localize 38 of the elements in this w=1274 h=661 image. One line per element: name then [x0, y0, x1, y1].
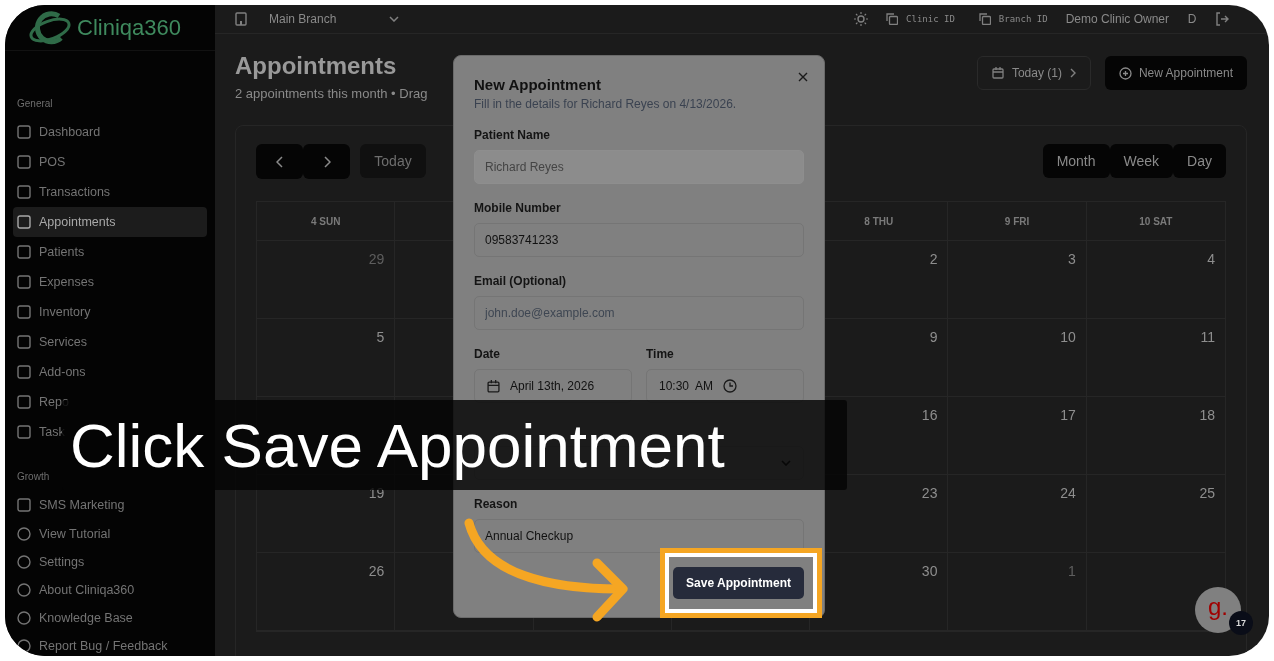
day-number: 11: [1200, 329, 1215, 345]
day-number: 18: [1199, 407, 1215, 423]
field-label: Reason: [474, 497, 519, 511]
day-number: 25: [1199, 485, 1215, 501]
day-number: 29: [368, 251, 385, 267]
day-number: 5: [376, 329, 385, 345]
day-number: 4: [1207, 251, 1215, 267]
day-number: 26: [368, 563, 385, 579]
day-number: 9: [929, 329, 938, 345]
day-header: 8 THU: [864, 215, 894, 227]
field-label: Date: [474, 347, 501, 361]
logo-text: Cliniqa360: [77, 14, 181, 41]
page-subtitle: 2 appointments this month • Drag: [235, 86, 428, 101]
field-label: Patient Name: [474, 128, 552, 142]
day-number: 23: [921, 485, 938, 501]
field-label: Mobile Number: [474, 201, 562, 215]
day-number: 30: [921, 563, 938, 579]
user-name: Demo Clinic Owner: [1065, 12, 1169, 26]
day-header: 9 FRI: [1004, 215, 1030, 227]
page-title: Appointments: [235, 52, 398, 80]
field-label: Email (Optional): [474, 274, 567, 288]
day-number: 2: [929, 251, 938, 267]
day-header: 4 SUN: [310, 215, 341, 227]
count-badge: 17: [1229, 611, 1253, 635]
day-header: 10 SAT: [1139, 215, 1173, 227]
day-number: 1: [1067, 563, 1076, 579]
day-number: 24: [1060, 485, 1076, 501]
section-title: Growth: [16, 471, 51, 484]
day-number: 10: [1060, 329, 1076, 345]
day-number: 17: [1060, 407, 1076, 423]
section-title: General: [16, 98, 54, 111]
dialog-title: New Appointment: [474, 76, 602, 93]
caption-text: Click Save Appointment: [69, 409, 725, 481]
day-number: 3: [1067, 251, 1076, 267]
day-number: 19: [368, 485, 385, 501]
field-label: Time: [646, 347, 675, 361]
dialog-subtitle: Fill in the details for Richard Reyes on 4/13/2026.: [474, 97, 738, 111]
day-number: 16: [921, 407, 938, 423]
